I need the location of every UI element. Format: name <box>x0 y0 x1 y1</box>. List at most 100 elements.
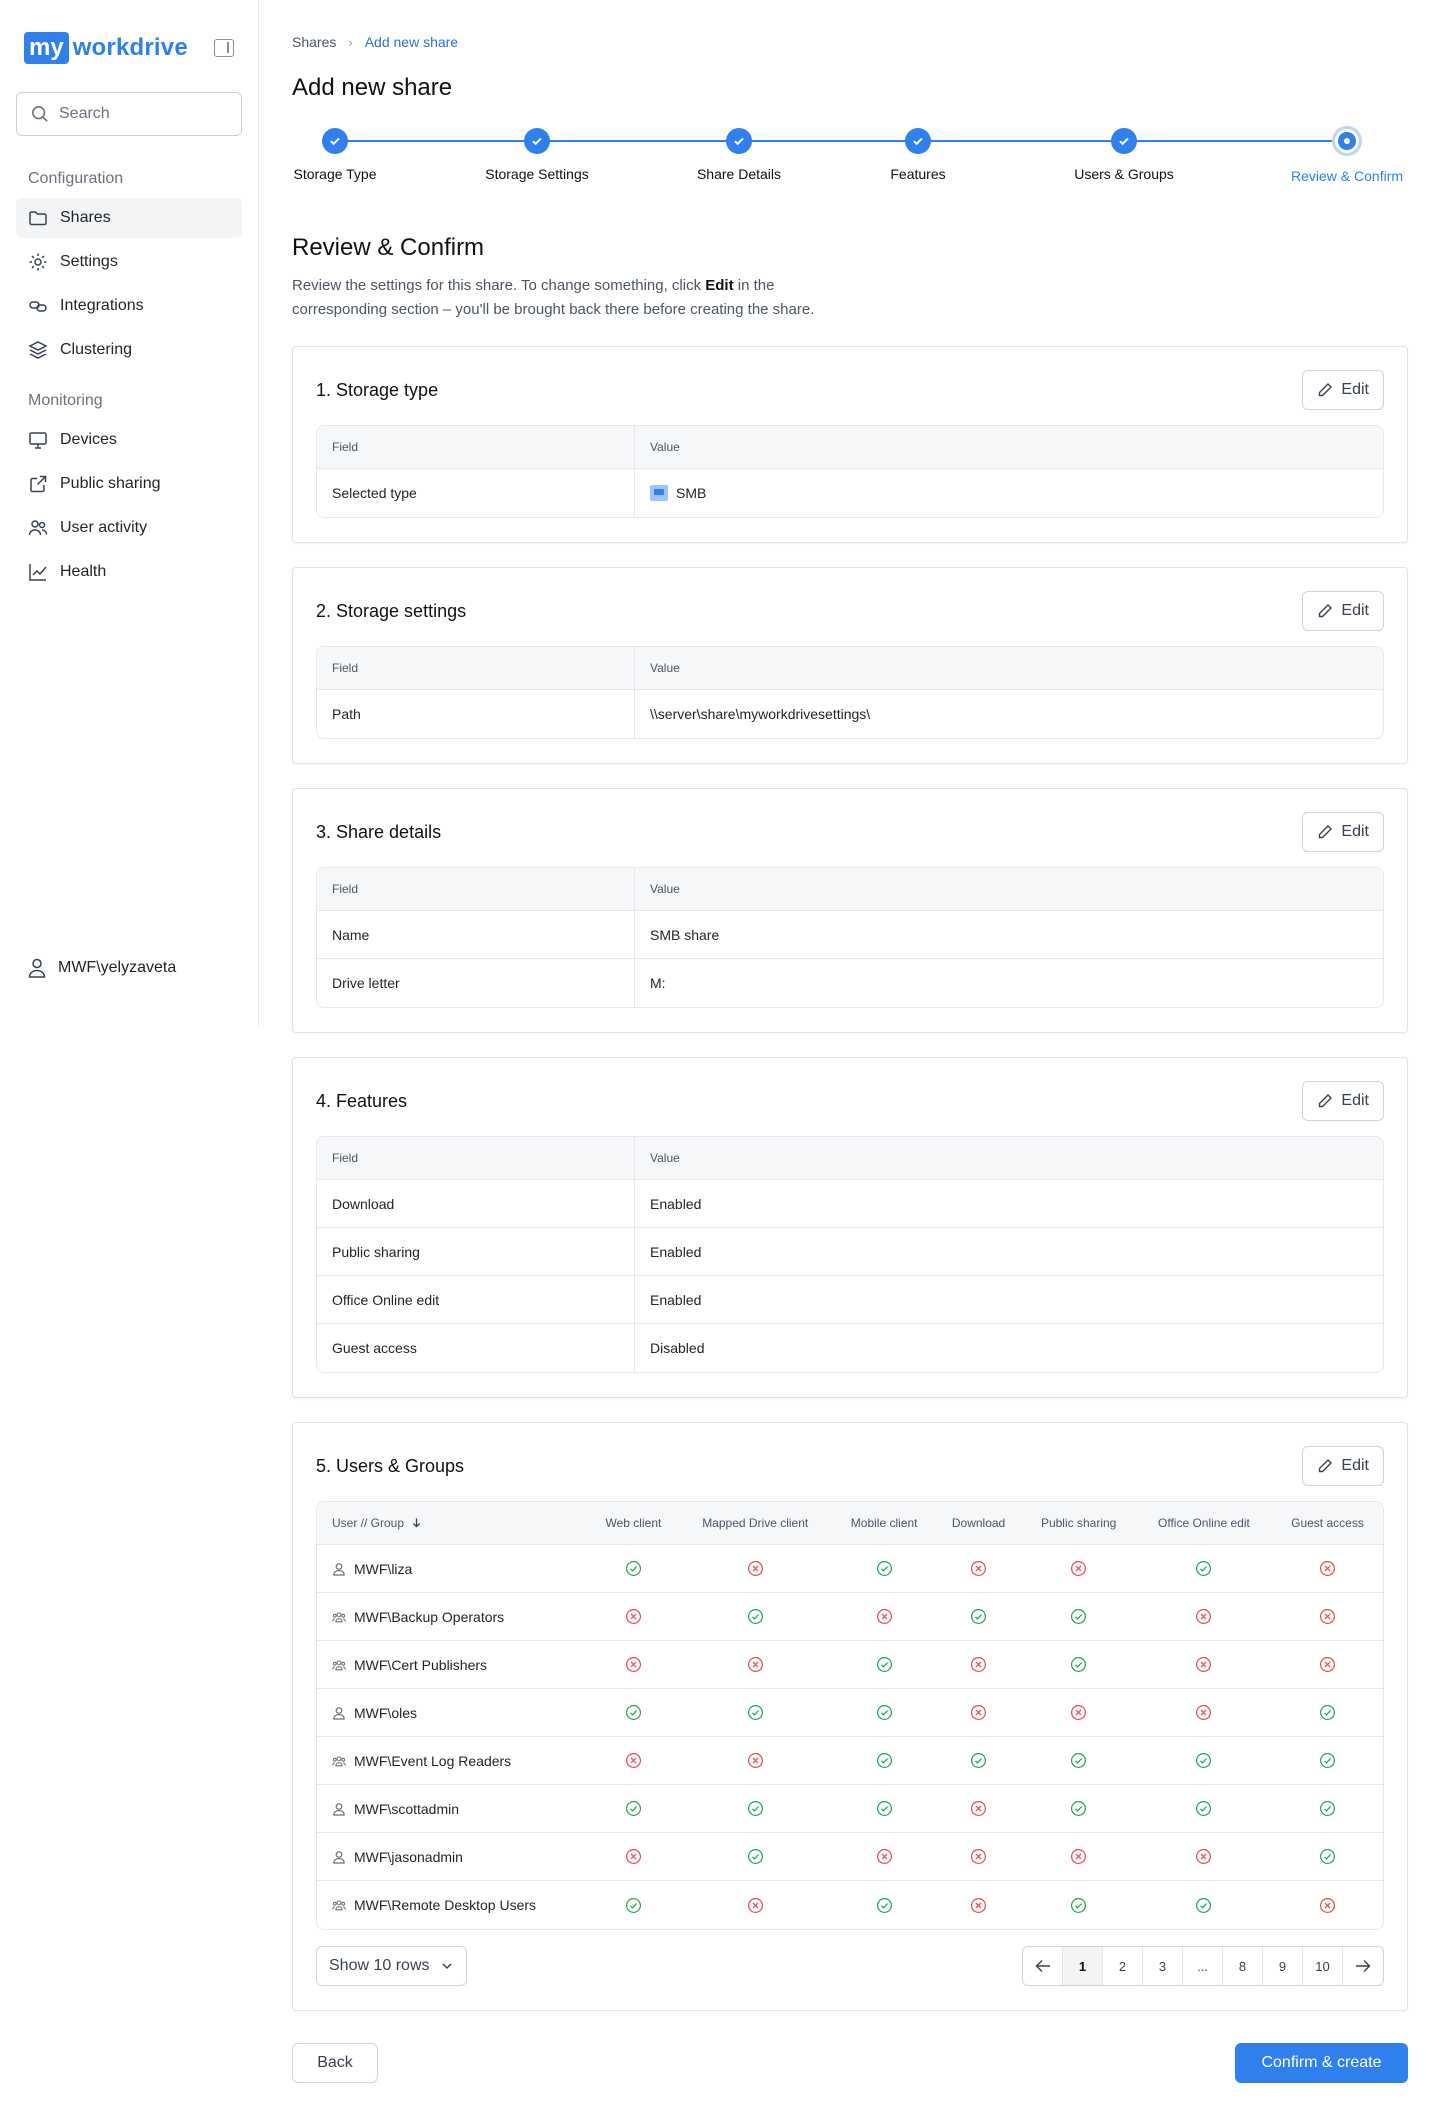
user-group-name: MWF\oles <box>332 1705 589 1721</box>
value-cell: \\server\share\myworkdrivesettings\ <box>650 706 871 722</box>
review-section-card: 1. Storage type Edit Field Value Selected ty… <box>292 346 1408 543</box>
confirm-create-button[interactable]: Confirm & create <box>1235 2043 1408 2083</box>
sidebar-item-user-activity[interactable]: User activity <box>16 508 242 548</box>
edit-button[interactable]: Edit <box>1302 1446 1384 1486</box>
x-circle-icon <box>1271 1593 1383 1641</box>
check-circle-icon <box>589 1785 678 1833</box>
monitor-icon <box>29 432 47 449</box>
check-circle-icon <box>832 1785 936 1833</box>
x-circle-icon <box>1271 1641 1383 1689</box>
page-button[interactable]: 3 <box>1143 1947 1183 1985</box>
edit-button[interactable]: Edit <box>1302 591 1384 631</box>
user-icon <box>28 958 46 978</box>
edit-button[interactable]: Edit <box>1302 370 1384 410</box>
value-cell: Enabled <box>635 1228 1383 1276</box>
check-circle-icon <box>1271 1833 1383 1881</box>
user-group-label: MWF\jasonadmin <box>354 1848 463 1865</box>
field-cell: Guest access <box>317 1324 635 1372</box>
sidebar-item-public-sharing[interactable]: Public sharing <box>16 464 242 504</box>
column-header-user-group[interactable]: User // Group <box>317 1502 589 1545</box>
check-circle-icon <box>1271 1737 1383 1785</box>
x-circle-icon <box>677 1737 833 1785</box>
sidebar-item-integrations[interactable]: Integrations <box>16 286 242 326</box>
current-user[interactable]: MWF\yelyzaveta <box>28 958 176 978</box>
value-cell: Enabled <box>635 1180 1383 1228</box>
value-text: SMB <box>676 485 707 501</box>
breadcrumb-root[interactable]: Shares <box>292 34 336 50</box>
table-row: Download Enabled <box>317 1180 1383 1228</box>
column-header-label: User // Group <box>332 1516 405 1530</box>
step-storage-type[interactable]: Storage Type <box>292 128 378 182</box>
sidebar-item-label: Devices <box>60 431 117 448</box>
check-circle-icon <box>1021 1785 1136 1833</box>
page-button[interactable]: 9 <box>1263 1947 1303 1985</box>
config-section-label: Configuration <box>28 170 124 187</box>
x-circle-icon <box>936 1881 1022 1929</box>
page-button[interactable]: 8 <box>1223 1947 1263 1985</box>
check-circle-icon <box>1135 1737 1272 1785</box>
user-group-cell: MWF\Event Log Readers <box>317 1737 589 1785</box>
step-label: Storage Type <box>293 166 377 182</box>
sidebar-item-devices[interactable]: Devices <box>16 420 242 460</box>
user-group-name: MWF\Event Log Readers <box>332 1753 589 1769</box>
user-icon <box>333 1850 345 1864</box>
group-icon <box>332 1659 346 1670</box>
search-input[interactable]: Search <box>16 92 242 136</box>
page-button[interactable]: ... <box>1183 1947 1223 1985</box>
step-users-groups[interactable]: Users & Groups <box>1074 128 1174 182</box>
check-circle-icon <box>935 1737 1022 1785</box>
edit-label: Edit <box>1341 381 1369 398</box>
step-storage-settings[interactable]: Storage Settings <box>484 128 590 182</box>
check-circle-icon <box>1021 1737 1136 1785</box>
edit-button[interactable]: Edit <box>1302 812 1384 852</box>
sidebar-item-shares[interactable]: Shares <box>16 198 242 238</box>
user-group-cell: MWF\Backup Operators <box>317 1593 589 1641</box>
review-table: Field Value Download Enabled Public sharing E… <box>316 1136 1384 1373</box>
column-header: Mobile client <box>832 1502 936 1545</box>
page-button[interactable]: 2 <box>1103 1947 1143 1985</box>
app-root: my workdrive Search Configuration Shares… <box>0 0 1440 2116</box>
x-circle-icon <box>832 1833 936 1881</box>
x-circle-icon <box>935 1689 1022 1737</box>
step-review-confirm[interactable]: Review & Confirm <box>1286 126 1408 184</box>
user-group-cell: MWF\liza <box>317 1545 589 1593</box>
user-group-cell: MWF\scottadmin <box>317 1785 589 1833</box>
sort-arrow-down-icon <box>404 1516 422 1530</box>
x-circle-icon <box>1135 1593 1272 1641</box>
table-row: Drive letter M: <box>317 959 1383 1007</box>
logo-my: my <box>24 32 69 64</box>
logo[interactable]: my workdrive <box>24 32 188 64</box>
edit-button[interactable]: Edit <box>1302 1081 1384 1121</box>
user-group-label: MWF\Remote Desktop Users <box>354 1897 537 1913</box>
chevron-right-icon: › <box>348 34 353 50</box>
check-circle-icon <box>1271 1689 1383 1737</box>
step-share-details[interactable]: Share Details <box>696 128 782 182</box>
x-circle-icon <box>1021 1689 1136 1737</box>
sidebar-item-health[interactable]: Health <box>16 552 242 592</box>
sidebar-item-label: Integrations <box>60 297 144 314</box>
table-row: Name SMB share <box>317 911 1383 959</box>
column-header: Mapped Drive client <box>677 1502 833 1545</box>
sidebar-toggle-icon[interactable] <box>214 39 234 57</box>
column-header-field: Field <box>317 426 635 469</box>
rows-per-page-select[interactable]: Show 10 rows <box>316 1946 467 1986</box>
pencil-icon <box>1319 383 1333 397</box>
x-circle-icon <box>1272 1881 1383 1929</box>
arrow-right-icon[interactable] <box>1343 1947 1383 1985</box>
check-circle-icon <box>935 1593 1022 1641</box>
sidebar-item-clustering[interactable]: Clustering <box>16 330 242 370</box>
pagination: 1 2 3... 8 9 10 <box>1022 1946 1384 1986</box>
page-button[interactable]: 10 <box>1303 1947 1343 1985</box>
check-circle-icon <box>677 1593 833 1641</box>
page-button[interactable]: 1 <box>1063 1947 1103 1985</box>
step-features[interactable]: Features <box>888 128 948 182</box>
stepper: Storage Type Storage Settings Share Deta… <box>292 120 1408 200</box>
back-button[interactable]: Back <box>292 2043 378 2083</box>
sidebar-item-settings[interactable]: Settings <box>16 242 242 282</box>
user-icon <box>333 1802 345 1816</box>
field-cell: Office Online edit <box>317 1276 635 1324</box>
review-table: Field Value Name SMB share Drive letter M: <box>316 867 1384 1008</box>
folder-icon <box>29 211 47 226</box>
user-group-cell: MWF\jasonadmin <box>317 1833 589 1881</box>
arrow-left-icon[interactable] <box>1023 1947 1063 1985</box>
